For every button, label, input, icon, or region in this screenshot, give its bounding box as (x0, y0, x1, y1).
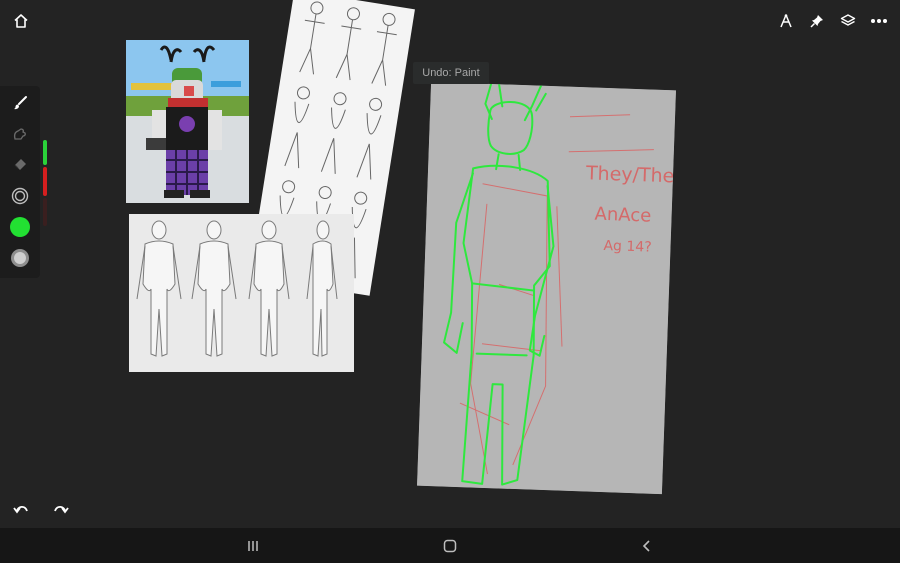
color-swatch-icon[interactable] (9, 216, 31, 238)
drawing-canvas[interactable]: They/Them AnAce Ag 14? Undo: Paint (0, 0, 900, 528)
pronoun-text: They/Them (585, 162, 676, 188)
back-icon[interactable] (637, 536, 657, 556)
home-icon[interactable] (11, 11, 31, 31)
sketch-layer[interactable]: They/Them AnAce Ag 14? (417, 81, 676, 495)
ruler-compass-icon[interactable] (776, 11, 796, 31)
eraser-icon[interactable] (9, 154, 31, 176)
recent-apps-icon[interactable] (243, 536, 263, 556)
pin-icon[interactable] (807, 11, 827, 31)
avatar-reference-image[interactable] (126, 40, 249, 203)
undo-icon[interactable] (12, 503, 30, 517)
tool-panel (0, 86, 40, 278)
brush-icon[interactable] (9, 92, 31, 114)
layers-icon[interactable] (838, 11, 858, 31)
anatomy-reference-image[interactable] (129, 214, 354, 372)
name-text: AnAce (594, 204, 651, 227)
brush-size-icon[interactable] (9, 185, 31, 207)
brush-size-slider[interactable] (43, 140, 47, 165)
more-icon[interactable] (869, 11, 889, 31)
system-navigation-bar (0, 528, 900, 563)
home-nav-icon[interactable] (440, 536, 460, 556)
redo-icon[interactable] (52, 503, 70, 517)
smudge-icon[interactable] (9, 123, 31, 145)
opacity-icon[interactable] (9, 247, 31, 269)
opacity-slider[interactable] (43, 167, 47, 196)
undo-toast: Undo: Paint (413, 62, 489, 84)
age-text: Ag 14? (603, 238, 652, 256)
slider-track-rest (43, 198, 47, 226)
